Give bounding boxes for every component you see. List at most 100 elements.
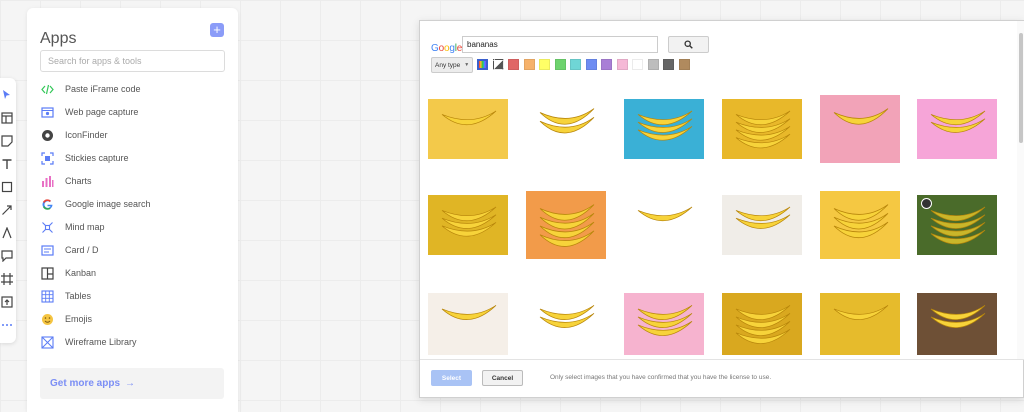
app-item-label: Paste iFrame code (65, 84, 141, 94)
wireframe-icon (40, 335, 54, 349)
image-result[interactable] (428, 293, 508, 355)
color-filter-swatch[interactable] (539, 59, 550, 70)
app-item-label: Google image search (65, 199, 151, 209)
emoji-icon (40, 312, 54, 326)
get-more-apps-button[interactable]: Get more apps → (40, 368, 224, 399)
color-filter-swatch[interactable] (632, 59, 643, 70)
check-icon (921, 198, 932, 209)
banana-image (637, 206, 693, 222)
app-item-label: Mind map (65, 222, 105, 232)
upload-icon[interactable] (0, 295, 14, 309)
card-icon (40, 243, 54, 257)
image-result[interactable] (526, 191, 606, 259)
color-filter-grayscale[interactable] (492, 59, 504, 70)
app-item-stickies-capture[interactable]: Stickies capture (40, 150, 225, 166)
comment-icon[interactable] (0, 249, 14, 263)
pen-icon[interactable] (0, 226, 14, 240)
image-result[interactable] (722, 293, 802, 355)
color-filter-swatch[interactable] (585, 59, 597, 70)
color-filter-swatch[interactable] (647, 59, 659, 70)
image-result[interactable] (624, 99, 704, 159)
color-filter-swatch[interactable] (554, 59, 566, 70)
app-item-label: Web page capture (65, 107, 139, 117)
app-item-paste-iframe[interactable]: Paste iFrame code (40, 81, 225, 97)
color-filter-multicolor[interactable] (477, 59, 488, 70)
more-icon[interactable] (0, 318, 14, 332)
select-button[interactable]: Select (431, 370, 472, 386)
type-filter-value: Any type (435, 61, 461, 69)
app-item-iconfinder[interactable]: IconFinder (40, 127, 225, 143)
banana-image (833, 204, 889, 239)
app-item-label: Charts (65, 176, 92, 186)
image-result[interactable] (820, 191, 900, 259)
banana-image (735, 206, 791, 229)
app-item-mind-map[interactable]: Mind map (40, 219, 225, 235)
image-result[interactable] (722, 99, 802, 159)
google-icon (40, 197, 54, 211)
pointer-icon[interactable] (0, 88, 14, 102)
image-result[interactable] (820, 95, 900, 163)
kanban-icon (40, 266, 54, 280)
banana-image (441, 110, 497, 126)
frame-icon[interactable] (0, 272, 14, 286)
banana-image (441, 206, 497, 237)
image-result[interactable] (722, 195, 802, 255)
table-icon (40, 289, 54, 303)
app-item-google-image-search[interactable]: Google image search (40, 196, 225, 212)
image-search-button[interactable] (668, 36, 709, 53)
image-result[interactable] (820, 293, 900, 355)
banana-image (833, 305, 889, 320)
results-scrollbar[interactable] (1017, 21, 1024, 359)
color-filter-swatch[interactable] (523, 59, 535, 70)
rectangle-icon[interactable] (0, 180, 14, 194)
left-toolbar (0, 78, 16, 343)
image-result[interactable] (917, 99, 997, 159)
layout-icon[interactable] (0, 111, 14, 125)
app-item-emojis[interactable]: Emojis (40, 311, 225, 327)
app-item-charts[interactable]: Charts (40, 173, 225, 189)
mind-map-icon (40, 220, 54, 234)
image-result[interactable] (428, 99, 508, 159)
color-filter-swatch[interactable] (508, 59, 519, 70)
image-result[interactable] (428, 195, 508, 255)
banana-image (735, 305, 791, 344)
app-item-web-page-capture[interactable]: Web page capture (40, 104, 225, 120)
type-filter-select[interactable]: Any type ▼ (431, 57, 473, 73)
image-result[interactable] (917, 293, 997, 355)
apps-search-input[interactable] (40, 50, 225, 72)
image-result[interactable] (624, 195, 704, 255)
cancel-button[interactable]: Cancel (482, 370, 523, 386)
stickies-capture-icon (40, 151, 54, 165)
color-filter-swatch[interactable] (601, 59, 612, 70)
iconfinder-icon (40, 128, 54, 142)
app-item-kanban[interactable]: Kanban (40, 265, 225, 281)
image-result[interactable] (917, 195, 997, 255)
banana-image (539, 108, 595, 134)
image-result[interactable] (624, 293, 704, 355)
app-item-label: Wireframe Library (65, 337, 137, 347)
app-item-label: Emojis (65, 314, 93, 324)
app-item-label: Kanban (65, 268, 97, 278)
app-item-label: IconFinder (65, 130, 108, 140)
arrow-line-icon[interactable] (0, 203, 14, 217)
app-item-wireframe-library[interactable]: Wireframe Library (40, 334, 225, 350)
color-filter-swatch[interactable] (570, 59, 581, 70)
text-icon[interactable] (0, 157, 14, 171)
app-item-label: Stickies capture (65, 153, 129, 163)
image-result[interactable] (526, 293, 606, 355)
sticky-note-icon[interactable] (0, 134, 14, 148)
arrow-right-icon: → (125, 378, 136, 389)
color-filter-swatch[interactable] (678, 59, 690, 70)
image-result[interactable] (526, 95, 606, 163)
color-filter-swatch[interactable] (663, 59, 674, 70)
scrollbar-thumb[interactable] (1019, 33, 1023, 143)
apps-panel: Apps + Paste iFrame code Web page captur… (27, 8, 238, 412)
app-item-tables[interactable]: Tables (40, 288, 225, 304)
banana-image (539, 204, 595, 247)
image-search-input[interactable] (462, 36, 658, 53)
banana-image (833, 108, 889, 125)
banana-image (930, 305, 986, 328)
add-app-button[interactable]: + (210, 23, 224, 37)
color-filter-swatch[interactable] (616, 59, 628, 70)
app-item-card[interactable]: Card / D (40, 242, 225, 258)
